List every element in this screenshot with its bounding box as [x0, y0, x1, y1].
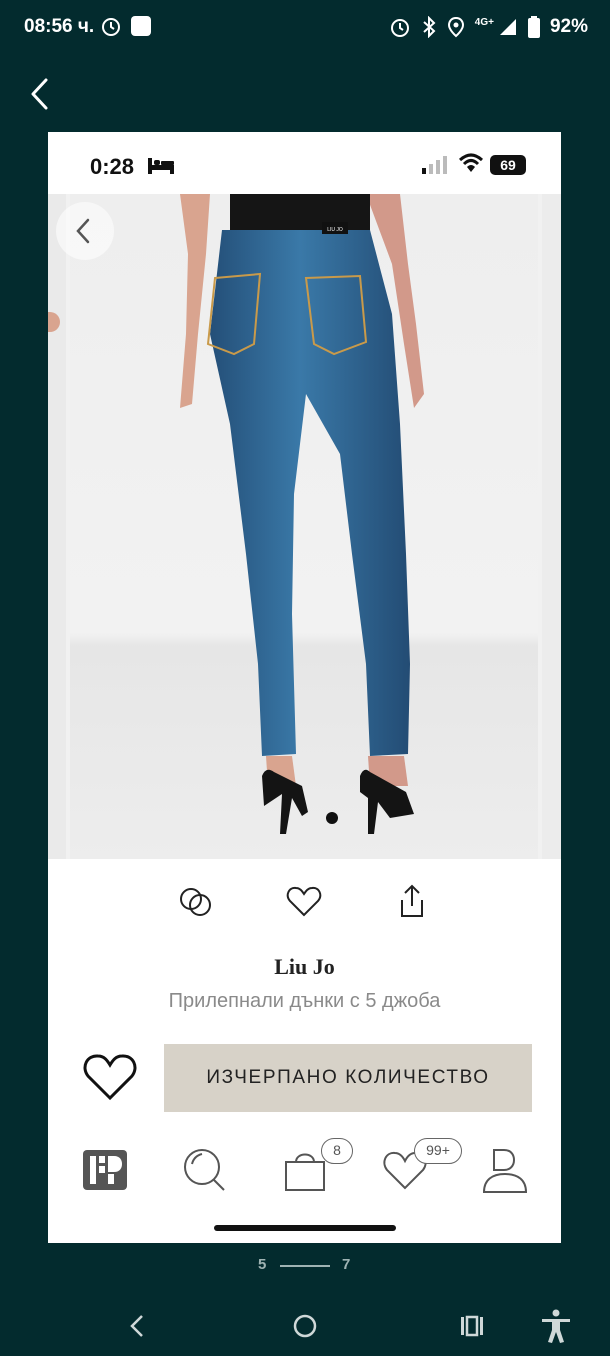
- previous-image-peek[interactable]: [48, 194, 66, 859]
- inner-status-bar: 0:28 69: [48, 132, 561, 194]
- page-divider: [280, 1265, 330, 1267]
- system-nav-bar: [0, 1296, 610, 1356]
- screenshot-card: 0:28 69 LIU JO Liu Jo Прилепнали дънки с…: [48, 132, 561, 1243]
- sold-out-button[interactable]: ИЗЧЕРПАНО КОЛИЧЕСТВО: [164, 1044, 532, 1112]
- heart-icon[interactable]: [284, 882, 324, 922]
- tab-bar: 8 99+: [48, 1138, 561, 1208]
- status-time: 08:56 ч.: [24, 16, 95, 37]
- status-right: 4G+ 92%: [389, 14, 588, 40]
- wifi-icon: [458, 153, 484, 172]
- bluetooth-icon: [423, 16, 436, 38]
- notification-square-icon: [131, 16, 151, 36]
- next-image-peek[interactable]: [542, 194, 561, 859]
- gallery-back-button[interactable]: [56, 202, 114, 260]
- product-description: Прилепнали дънки с 5 джоба: [168, 990, 441, 1012]
- search-icon[interactable]: [180, 1144, 230, 1194]
- accessibility-icon[interactable]: [536, 1306, 576, 1346]
- page-from: 5: [258, 1256, 267, 1273]
- home-indicator[interactable]: [214, 1225, 396, 1231]
- product-gallery[interactable]: LIU JO: [48, 194, 561, 859]
- signal-icon: [422, 156, 447, 174]
- signal-icon: [499, 19, 516, 35]
- page-indicator: 5 7: [0, 1256, 610, 1276]
- favorites-badge: 99+: [414, 1138, 462, 1164]
- network-type: 4G+: [474, 16, 494, 28]
- battery-percent: 92%: [549, 16, 588, 37]
- product-actions: [48, 872, 561, 932]
- alarm-icon: [390, 19, 409, 37]
- brand-label-on-jeans: LIU JO: [327, 227, 343, 233]
- nav-home-icon[interactable]: [285, 1306, 325, 1346]
- status-bar: 08:56 ч. 4G+ 92%: [0, 0, 610, 56]
- nav-recents-icon[interactable]: [452, 1306, 492, 1346]
- back-arrow-icon[interactable]: [24, 74, 60, 114]
- inner-status-time: 0:28: [90, 154, 135, 179]
- location-icon: [447, 16, 464, 38]
- gallery-dot-active[interactable]: [325, 811, 339, 825]
- cart-badge: 8: [321, 1138, 353, 1164]
- product-brand: Liu Jo: [274, 954, 335, 979]
- product-photo[interactable]: LIU JO: [70, 194, 538, 859]
- bed-icon: [148, 158, 174, 174]
- profile-icon[interactable]: [480, 1144, 530, 1194]
- nav-back-icon[interactable]: [118, 1306, 158, 1346]
- jeans-image: LIU JO: [180, 194, 424, 834]
- battery-icon: 69: [490, 155, 526, 175]
- favorite-heart-icon[interactable]: [80, 1048, 140, 1108]
- share-icon[interactable]: [392, 882, 432, 922]
- compare-icon[interactable]: [176, 882, 216, 922]
- alarm-icon: [102, 18, 120, 36]
- page-to: 7: [342, 1256, 351, 1273]
- home-logo-icon[interactable]: [80, 1144, 130, 1194]
- battery-icon: [527, 16, 540, 38]
